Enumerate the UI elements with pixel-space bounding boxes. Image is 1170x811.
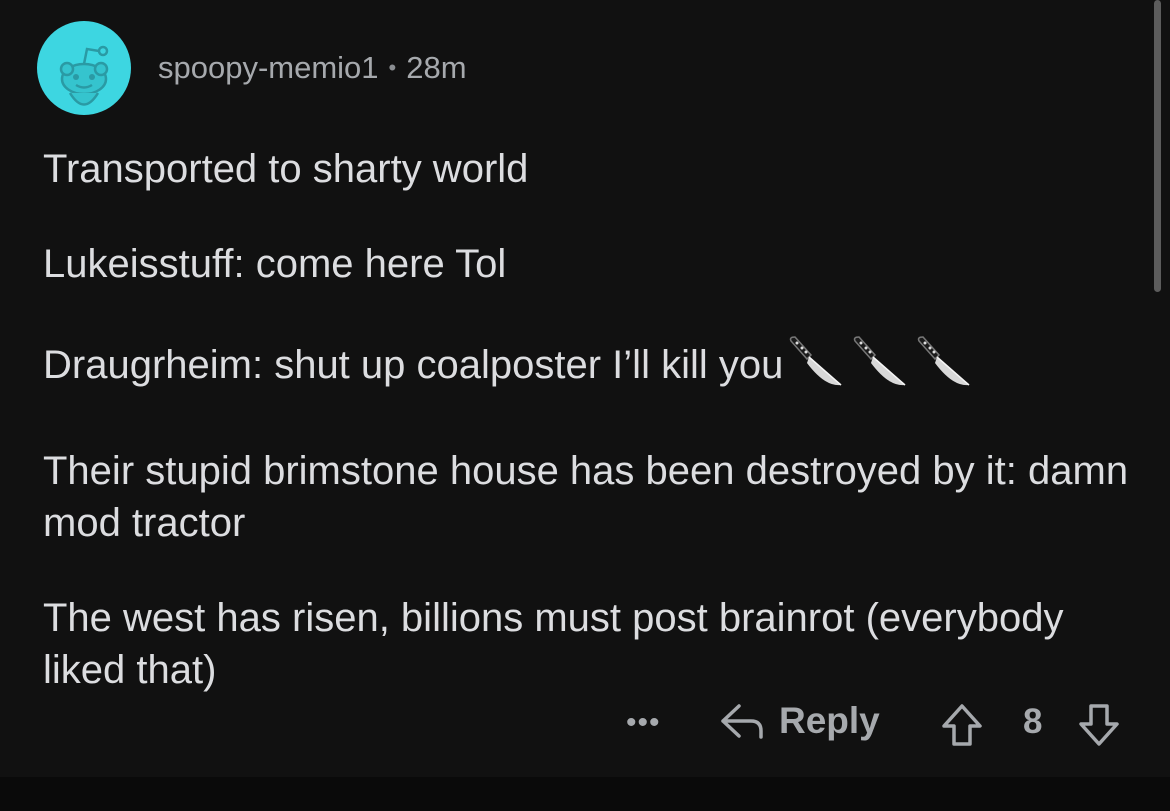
comment-paragraph: Draugrheim: shut up coalposter I’ll kill…	[43, 333, 1133, 402]
vote-score: 8	[1023, 702, 1043, 741]
downvote-arrow-icon[interactable]	[1077, 702, 1121, 748]
knife-icon	[851, 333, 911, 402]
comment-paragraph: Their stupid brimstone house has been de…	[43, 449, 1129, 545]
knife-icon	[787, 333, 847, 402]
header-separator: •	[388, 55, 397, 80]
user-avatar[interactable]	[37, 21, 131, 115]
reply-arrow-icon	[721, 704, 763, 739]
author-username[interactable]: spoopy-memio1	[158, 50, 379, 86]
more-options-button[interactable]: •••	[626, 708, 661, 738]
comment-header: spoopy-memio1 • 28m	[158, 50, 467, 86]
snoo-avatar-icon	[59, 45, 109, 106]
comment-body: Transported to sharty world Lukeisstuff:…	[43, 143, 1133, 739]
comment-paragraph: Transported to sharty world	[43, 147, 529, 191]
comment-actions: ••• Reply 8	[0, 700, 1150, 750]
comment-age: 28m	[406, 50, 467, 85]
knife-icon	[915, 333, 975, 402]
reply-label: Reply	[779, 700, 880, 741]
upvote-arrow-icon[interactable]	[940, 702, 984, 748]
scrollbar[interactable]	[1150, 0, 1170, 777]
scrollbar-thumb[interactable]	[1154, 0, 1161, 292]
comment-paragraph: Lukeisstuff: come here Tol	[43, 242, 507, 286]
comment-paragraph: The west has risen, billions must post b…	[43, 596, 1064, 692]
comment-card: spoopy-memio1 • 28m Transported to shart…	[0, 0, 1150, 777]
next-comment-divider	[0, 777, 1170, 811]
reply-button[interactable]: Reply	[719, 700, 880, 742]
